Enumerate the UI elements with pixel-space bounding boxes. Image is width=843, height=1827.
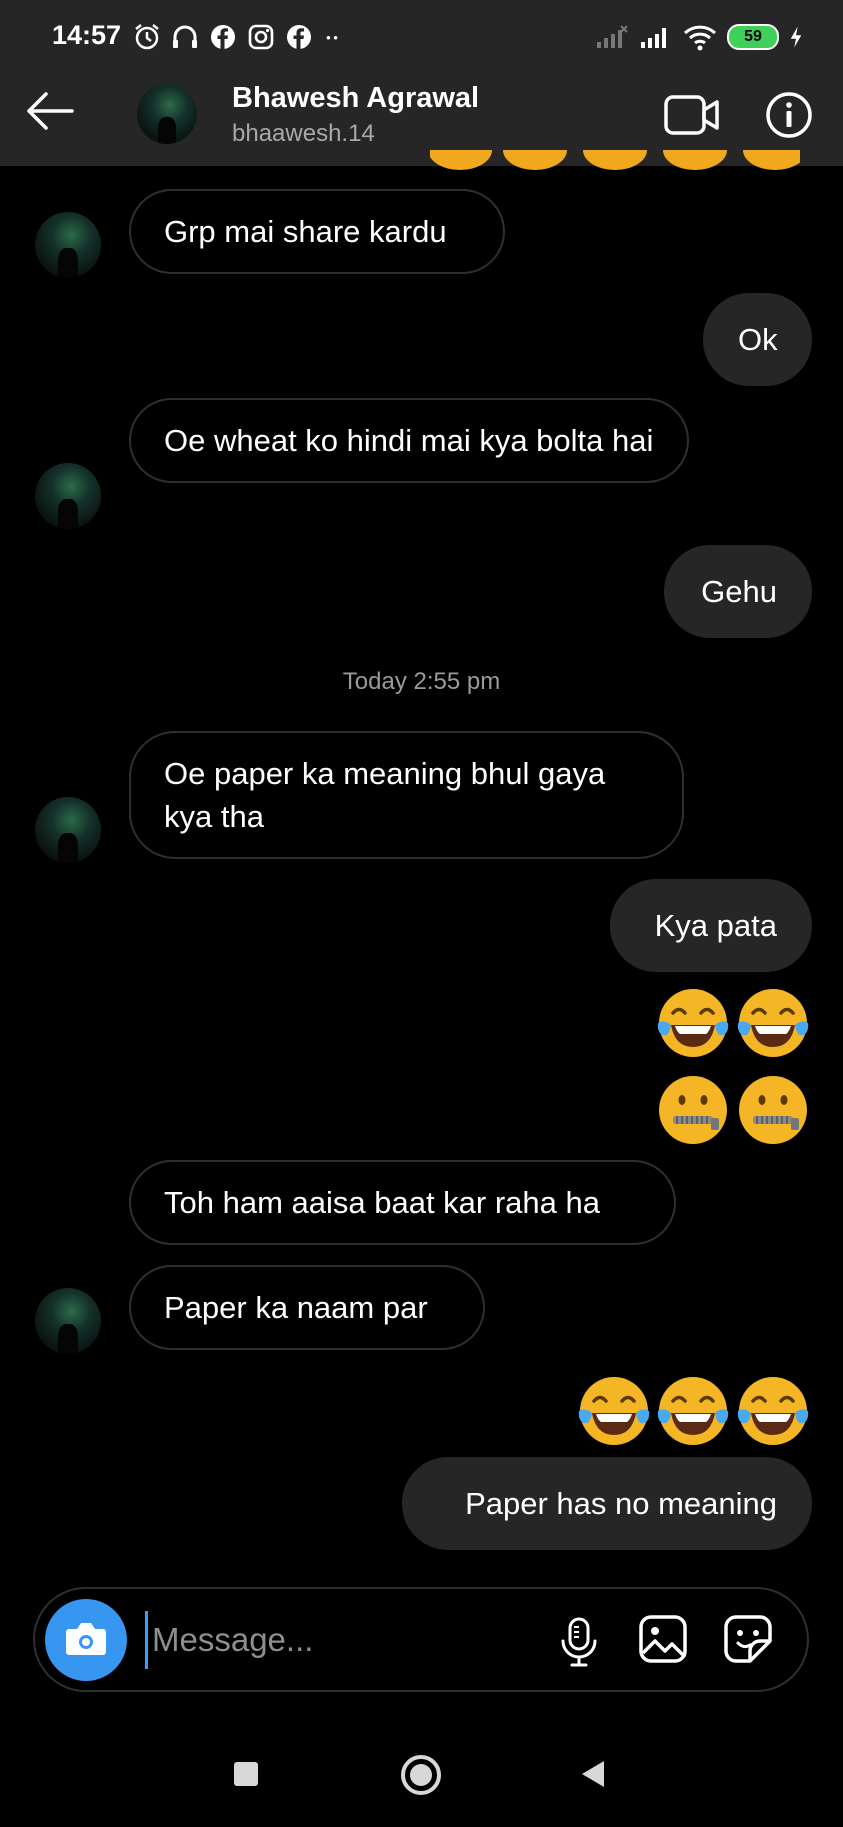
- avatar[interactable]: [35, 797, 101, 863]
- contact-name[interactable]: Bhawesh Agrawal: [232, 82, 479, 115]
- charging-icon: [790, 26, 802, 48]
- tears-of-joy-emoji-icon[interactable]: [576, 1373, 652, 1449]
- back-arrow-icon[interactable]: [22, 82, 80, 140]
- video-call-icon[interactable]: [663, 90, 721, 140]
- facebook-icon: [287, 25, 311, 49]
- battery-indicator: 59: [727, 24, 779, 50]
- avatar[interactable]: [35, 1288, 101, 1354]
- received-message[interactable]: Toh ham aaisa baat kar raha ha: [129, 1160, 676, 1245]
- camera-icon: [66, 1623, 106, 1655]
- zipper-mouth-emoji-icon[interactable]: [655, 1072, 731, 1148]
- received-message[interactable]: Paper ka naam par: [129, 1265, 485, 1350]
- info-icon[interactable]: [764, 90, 814, 140]
- received-message[interactable]: Grp mai share kardu: [129, 189, 505, 274]
- message-input[interactable]: [145, 1611, 554, 1669]
- timestamp: Today 2:55 pm: [342, 668, 501, 695]
- sent-message[interactable]: Paper has no meaning: [402, 1457, 812, 1550]
- status-time: 14:57: [52, 20, 122, 50]
- alarm-icon: [135, 24, 159, 50]
- emoji-partial-icon: [430, 150, 800, 170]
- status-bar: 14:57 59: [0, 0, 843, 64]
- facebook-icon: [211, 25, 235, 49]
- system-status: 59: [595, 20, 803, 54]
- back-button-icon[interactable]: [578, 1758, 608, 1790]
- home-button-icon[interactable]: [400, 1754, 442, 1796]
- camera-button[interactable]: [45, 1599, 127, 1681]
- signal-icon: [641, 28, 666, 48]
- sent-message[interactable]: Kya pata: [610, 879, 812, 972]
- microphone-icon[interactable]: [551, 1613, 607, 1669]
- sticker-icon[interactable]: [720, 1611, 776, 1667]
- system-navigation-bar: [0, 1730, 843, 1827]
- avatar[interactable]: [35, 212, 101, 278]
- instagram-icon: [248, 24, 274, 50]
- signal-off-icon: [597, 25, 628, 48]
- sent-message[interactable]: Ok: [703, 293, 812, 386]
- sent-message[interactable]: Gehu: [664, 545, 812, 638]
- tears-of-joy-emoji-icon[interactable]: [735, 1373, 811, 1449]
- more-notifications-icon: [326, 36, 338, 40]
- wifi-icon: [683, 25, 717, 51]
- received-message[interactable]: Oe paper ka meaning bhul gaya kya tha: [129, 731, 684, 859]
- zipper-mouth-emoji-icon[interactable]: [735, 1072, 811, 1148]
- gallery-icon[interactable]: [635, 1611, 691, 1667]
- tears-of-joy-emoji-icon[interactable]: [655, 985, 731, 1061]
- tears-of-joy-emoji-icon[interactable]: [655, 1373, 731, 1449]
- notification-icons: [132, 20, 346, 54]
- message-composer: [33, 1587, 809, 1692]
- recents-button-icon[interactable]: [232, 1760, 260, 1788]
- tears-of-joy-emoji-icon[interactable]: [735, 985, 811, 1061]
- contact-username[interactable]: bhaawesh.14: [232, 120, 375, 148]
- received-message[interactable]: Oe wheat ko hindi mai kya bolta hai: [129, 398, 689, 483]
- headphones-icon: [173, 25, 197, 48]
- partial-emoji-row: [430, 150, 800, 172]
- avatar[interactable]: [35, 463, 101, 529]
- avatar[interactable]: [137, 84, 197, 144]
